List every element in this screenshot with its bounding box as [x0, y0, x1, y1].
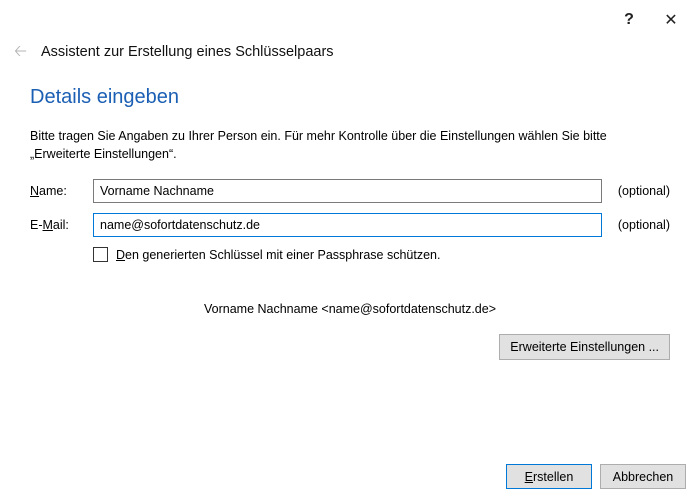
- name-label: Name:: [30, 184, 85, 198]
- cancel-button[interactable]: Abbrechen: [600, 464, 686, 489]
- name-optional: (optional): [610, 184, 670, 198]
- email-row: E-Mail: (optional): [30, 213, 670, 237]
- section-title: Details eingeben: [30, 86, 670, 109]
- passphrase-label: Den generierten Schlüssel mit einer Pass…: [116, 248, 440, 262]
- email-input[interactable]: [93, 213, 602, 237]
- name-row: Name: (optional): [30, 179, 670, 203]
- advanced-settings-button[interactable]: Erweiterte Einstellungen ...: [499, 334, 670, 360]
- create-button[interactable]: Erstellen: [506, 464, 592, 489]
- passphrase-row: Den generierten Schlüssel mit einer Pass…: [93, 247, 670, 262]
- instructions-text: Bitte tragen Sie Angaben zu Ihrer Person…: [30, 127, 670, 163]
- back-arrow-icon[interactable]: 🡠: [14, 44, 27, 60]
- titlebar: ? ✕: [0, 0, 700, 40]
- help-button[interactable]: ?: [608, 5, 650, 35]
- name-input[interactable]: [93, 179, 602, 203]
- close-button[interactable]: ✕: [650, 5, 692, 35]
- passphrase-checkbox[interactable]: [93, 247, 108, 262]
- email-label: E-Mail:: [30, 218, 85, 232]
- wizard-header: 🡠 Assistent zur Erstellung eines Schlüss…: [0, 40, 700, 78]
- identity-summary: Vorname Nachname <name@sofortdatenschutz…: [30, 302, 670, 316]
- advanced-row: Erweiterte Einstellungen ...: [30, 334, 670, 360]
- email-optional: (optional): [610, 218, 670, 232]
- footer-buttons: Erstellen Abbrechen: [506, 464, 686, 489]
- content-area: Details eingeben Bitte tragen Sie Angabe…: [0, 78, 700, 360]
- wizard-title: Assistent zur Erstellung eines Schlüssel…: [41, 44, 334, 60]
